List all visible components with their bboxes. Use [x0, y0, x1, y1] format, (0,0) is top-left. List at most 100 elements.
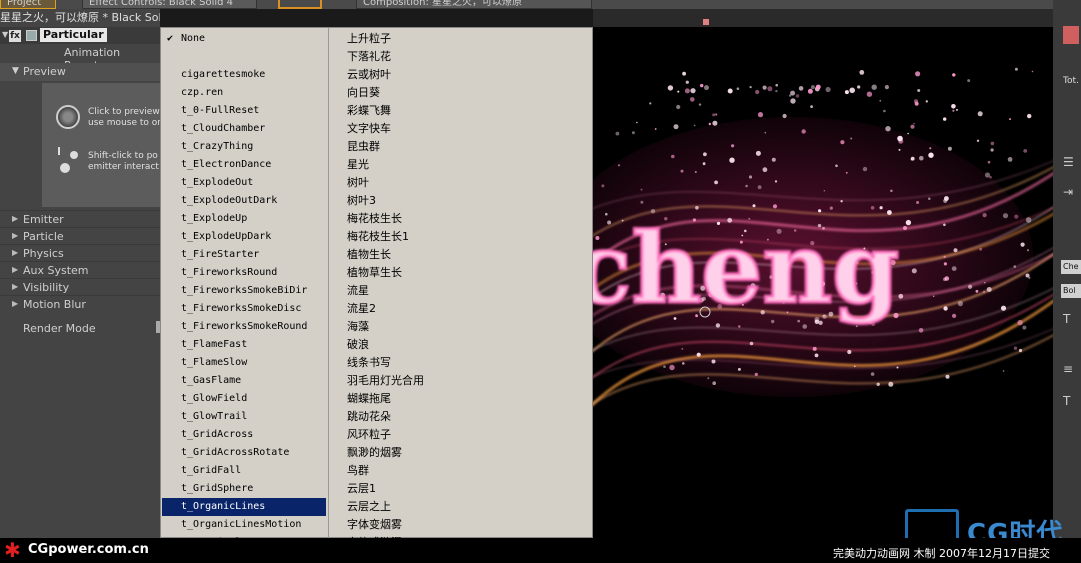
total-label: Tot. — [1063, 76, 1079, 86]
preset-item[interactable]: 线条书写 — [347, 354, 587, 372]
preset-item[interactable]: 彩蝶飞舞 — [347, 102, 587, 120]
preset-item[interactable]: 向日葵 — [347, 84, 587, 102]
preset-item[interactable]: t_ElectronDance — [162, 156, 326, 174]
preview-area[interactable]: Click to preview use mouse to or Shift-c… — [42, 83, 161, 207]
preset-item[interactable]: 云层1 — [347, 480, 587, 498]
preset-item[interactable]: t_CrazyThing — [162, 138, 326, 156]
emitter-hint-text: Shift-click to po emitter interact — [88, 151, 159, 172]
effect-header-row[interactable]: ▼ fx Particular — [0, 27, 160, 44]
preset-item[interactable]: t_GridSphere — [162, 480, 326, 498]
section-emitter[interactable]: ▶ Emitter — [0, 210, 160, 227]
preset-item[interactable]: t_GlowTrail — [162, 408, 326, 426]
preset-item[interactable]: 星光 — [347, 156, 587, 174]
preset-item[interactable]: t_FireworksRound — [162, 264, 326, 282]
align-icon[interactable]: ≡ — [1063, 362, 1073, 376]
tab-composition[interactable]: Composition: 星星之火，可以燎原 — [356, 0, 592, 9]
preset-item[interactable]: 植物生长 — [347, 246, 587, 264]
render-mode-label: Render Mode — [23, 322, 96, 335]
section-label: Aux System — [23, 264, 89, 277]
preset-item[interactable]: 跳动花朵 — [347, 408, 587, 426]
preset-item[interactable]: t_FireworksSmokeBiDir — [162, 282, 326, 300]
preset-item[interactable]: t_FlameSlow — [162, 354, 326, 372]
particle-render: cheng — [593, 27, 1053, 538]
text-size-icon[interactable]: T — [1063, 312, 1070, 326]
preset-item[interactable]: t_GridAcross — [162, 426, 326, 444]
section-preview[interactable]: ▼ Preview — [0, 63, 160, 81]
text-tracking-icon[interactable]: T — [1063, 394, 1070, 408]
brand-star-icon: ✱ — [4, 538, 21, 562]
effect-name[interactable]: Particular — [40, 28, 107, 42]
preset-item[interactable]: 梅花枝生长1 — [347, 228, 587, 246]
preset-item[interactable]: 树叶3 — [347, 192, 587, 210]
preset-item[interactable]: 昆虫群 — [347, 138, 587, 156]
preset-item[interactable]: t_GasFlame — [162, 372, 326, 390]
tab-effect-controls[interactable]: Effect Controls: Black Solid 4 — [82, 0, 257, 9]
emitter-interact-icon — [56, 147, 82, 177]
color-swatch[interactable] — [1063, 26, 1079, 44]
preset-item[interactable]: t_FireworksSmokeDisc — [162, 300, 326, 318]
section-label: Particle — [23, 230, 64, 243]
font-name-field[interactable]: Che — [1061, 260, 1081, 274]
section-visibility[interactable]: ▶ Visibility — [0, 278, 160, 295]
time-marker[interactable] — [703, 19, 709, 25]
indent-icon[interactable]: ⇥ — [1063, 185, 1073, 199]
preview-click-icon — [56, 105, 80, 129]
tab-active-marker[interactable] — [278, 0, 322, 9]
section-label: Physics — [23, 247, 64, 260]
preset-item[interactable]: t_GlowField — [162, 390, 326, 408]
preset-item[interactable]: t_FireStarter — [162, 246, 326, 264]
section-particle[interactable]: ▶ Particle — [0, 227, 160, 244]
preset-item[interactable]: 梅花枝生长 — [347, 210, 587, 228]
preset-item[interactable]: 鸟群 — [347, 462, 587, 480]
bottom-watermark-bar: ✱ CGpower.com.cn 完美动力动画网 木制 2007年12月17日提… — [0, 538, 1081, 563]
paragraph-icon[interactable]: ☰ — [1063, 155, 1074, 169]
section-aux-system[interactable]: ▶ Aux System — [0, 261, 160, 278]
preset-item[interactable]: 飘渺的烟雾 — [347, 444, 587, 462]
fx-toggle-icon[interactable]: fx — [9, 30, 21, 42]
font-style-field[interactable]: Bol — [1061, 284, 1081, 298]
expand-icon: ▶ — [12, 282, 19, 291]
preset-item[interactable]: t_ExplodeOut — [162, 174, 326, 192]
preset-item[interactable]: t_ExplodeUp — [162, 210, 326, 228]
preset-item[interactable]: 蝴蝶拖尾 — [347, 390, 587, 408]
expand-icon: ▶ — [12, 214, 19, 223]
preset-item[interactable]: 树叶 — [347, 174, 587, 192]
preset-item[interactable]: t_ExplodeOutDark — [162, 192, 326, 210]
preset-item[interactable]: cigarettesmoke — [162, 66, 326, 84]
preset-item[interactable]: 流星 — [347, 282, 587, 300]
preset-item[interactable]: 上升粒子 — [347, 30, 587, 48]
preset-item-none[interactable]: None ✔ — [162, 30, 326, 48]
tab-project[interactable]: Project — [0, 0, 56, 9]
preset-item[interactable]: t_OrganicLines — [162, 498, 326, 516]
preset-item[interactable]: t_OrganicLinesMotion — [162, 516, 326, 534]
expand-icon: ▶ — [12, 299, 19, 308]
composition-viewer[interactable]: cheng — [593, 27, 1053, 538]
preset-item[interactable]: 流星2 — [347, 300, 587, 318]
preset-item[interactable]: t_GridAcrossRotate — [162, 444, 326, 462]
preset-item[interactable]: t_FireworksSmokeRound — [162, 318, 326, 336]
preset-item[interactable]: 云层之上 — [347, 498, 587, 516]
animation-presets-dropdown[interactable]: None ✔ cigarettesmoke czp.ren t_0-FullReset t… — [160, 27, 594, 549]
composition-header — [593, 9, 1053, 27]
preset-item[interactable]: czp.ren — [162, 84, 326, 102]
preset-item[interactable]: 文字快车 — [347, 120, 587, 138]
preset-item[interactable]: 字体变烟雾 — [347, 516, 587, 534]
preset-item[interactable]: t_0-FullReset — [162, 102, 326, 120]
preset-item[interactable]: 海藻 — [347, 318, 587, 336]
section-physics[interactable]: ▶ Physics — [0, 244, 160, 261]
presets-column-2: 上升粒子 下落礼花 云或树叶 向日葵 彩蝶飞舞 文字快车 昆虫群 星光 树叶 树叶3 梅花枝生长 梅花… — [328, 28, 594, 549]
preset-item[interactable]: t_FlameFast — [162, 336, 326, 354]
preset-item[interactable]: t_ExplodeUpDark — [162, 228, 326, 246]
preset-item[interactable]: 风环粒子 — [347, 426, 587, 444]
preset-item[interactable]: 羽毛用灯光合用 — [347, 372, 587, 390]
preset-item[interactable]: t_CloudChamber — [162, 120, 326, 138]
preset-item[interactable]: 云或树叶 — [347, 66, 587, 84]
preset-item[interactable]: 植物草生长 — [347, 264, 587, 282]
section-motion-blur[interactable]: ▶ Motion Blur — [0, 295, 160, 312]
preset-item[interactable]: 破浪 — [347, 336, 587, 354]
preview-hint-text: Click to preview use mouse to or — [88, 107, 161, 128]
preset-item[interactable]: t_GridFall — [162, 462, 326, 480]
section-label: Visibility — [23, 281, 70, 294]
preset-item[interactable]: 下落礼花 — [347, 48, 587, 66]
collapse-icon[interactable]: ▼ — [2, 30, 8, 39]
